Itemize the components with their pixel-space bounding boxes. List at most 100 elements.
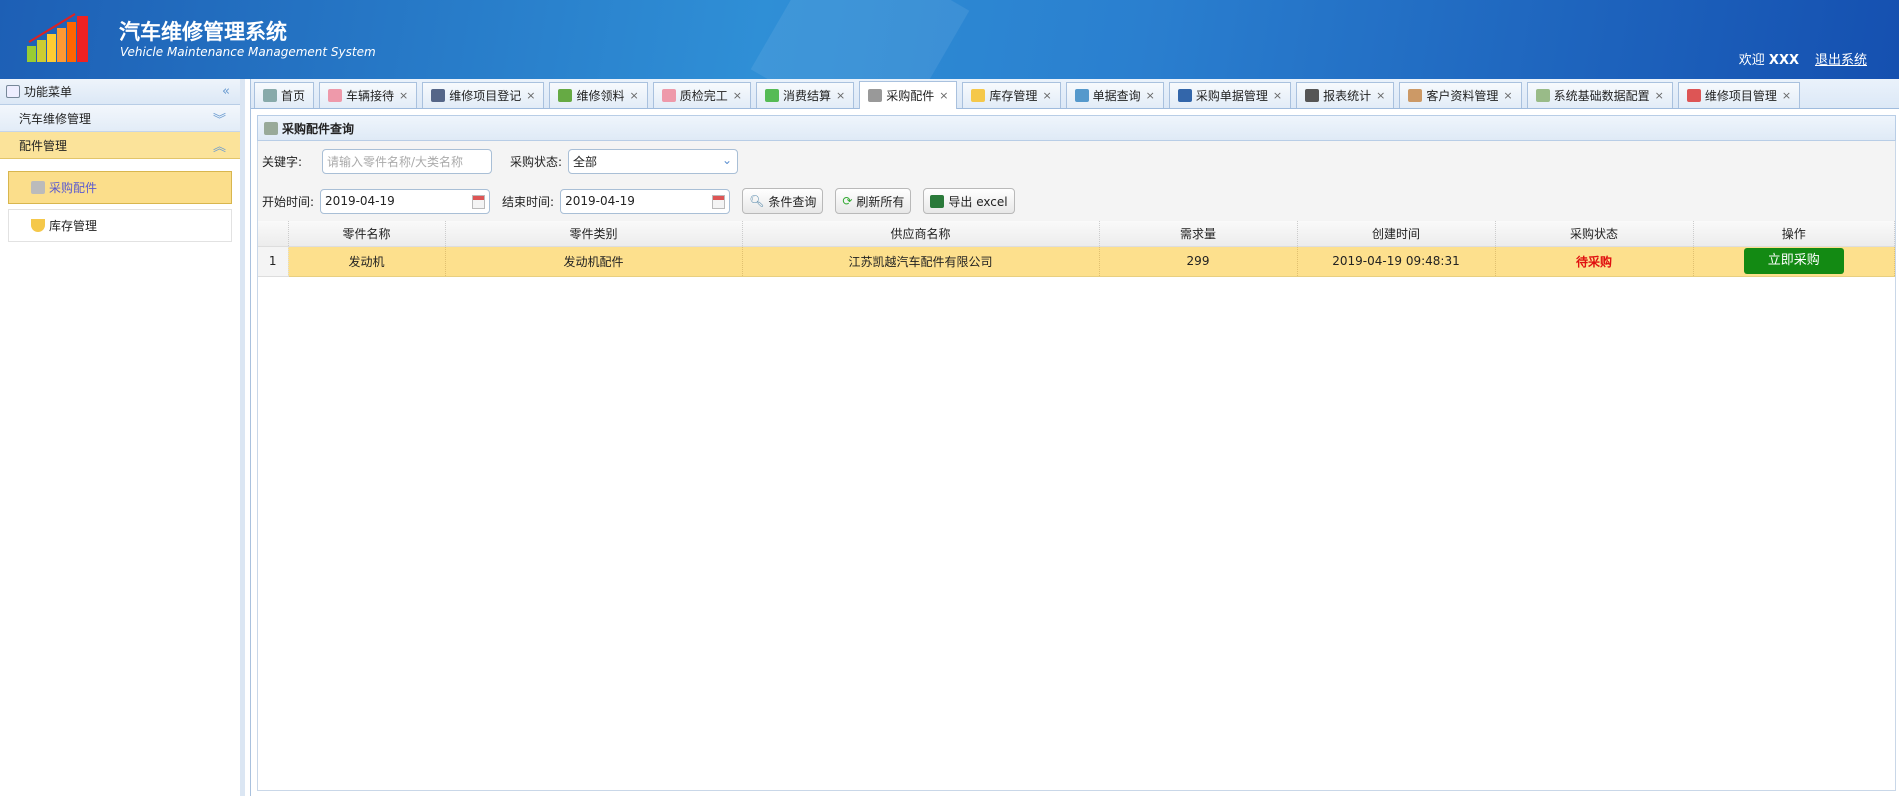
close-icon[interactable]: × [939, 89, 948, 102]
row-number: 1 [258, 246, 289, 277]
menu-icon [6, 85, 20, 98]
sidebar-item-inventory[interactable]: 库存管理 [8, 209, 232, 242]
close-icon[interactable]: × [733, 89, 742, 102]
app-header: 汽车维修管理系统 Vehicle Maintenance Management … [0, 0, 1899, 79]
tab-label: 质检完工 [679, 89, 728, 103]
money-icon [764, 89, 779, 102]
app-subtitle: Vehicle Maintenance Management System [120, 45, 376, 59]
close-icon[interactable]: × [1376, 89, 1385, 102]
keyword-label: 关键字: [262, 154, 303, 169]
close-icon[interactable]: × [630, 89, 639, 102]
logout-link[interactable]: 退出系统 [1815, 49, 1867, 68]
tab-bar: 首页 车辆接待 × 维修项目登记 × 维修领料 × 质检完工 × 消费结算 × 采购配件 × 库存管理 × 单… [251, 79, 1899, 109]
cell-supplier: 江苏凯越汽车配件有限公司 [742, 246, 1100, 277]
tab-1[interactable]: 车辆接待 × [319, 82, 418, 108]
calendar-icon[interactable] [472, 194, 486, 209]
col-part-name[interactable]: 零件名称 [288, 221, 446, 247]
cell-created: 2019-04-19 09:48:31 [1297, 246, 1496, 277]
tab-label: 报表统计 [1323, 89, 1372, 103]
tab-label: 系统基础数据配置 [1553, 89, 1650, 103]
tab-2[interactable]: 维修项目登记 × [422, 82, 545, 108]
close-icon[interactable]: × [1782, 89, 1791, 102]
shield-icon [31, 219, 45, 232]
status-select[interactable]: 全部 ⌄ [568, 148, 739, 174]
sidebar-item-purchase[interactable]: 采购配件 [8, 171, 232, 204]
tab-label: 单据查询 [1092, 89, 1141, 103]
start-date-input[interactable]: 2019-04-19 [320, 188, 491, 214]
search-button[interactable]: 🔍︎ 条件查询 [742, 188, 824, 214]
sidebar-header: 功能菜单 « [0, 79, 240, 105]
tab-0[interactable]: 首页 [254, 82, 315, 108]
tab-label: 维修领料 [576, 89, 625, 103]
col-quantity[interactable]: 需求量 [1099, 221, 1298, 247]
close-icon[interactable]: × [1042, 89, 1051, 102]
close-icon[interactable]: × [399, 89, 408, 102]
purchase-table: 零件名称 零件类别 供应商名称 需求量 创建时间 采购状态 操作 1 发动机 发… [258, 221, 1895, 277]
tab-8[interactable]: 单据查询 × [1065, 82, 1164, 108]
tab-13[interactable]: 维修项目管理 × [1677, 82, 1801, 108]
tab-6[interactable]: 采购配件 × [859, 81, 958, 109]
tab-label: 车辆接待 [346, 89, 395, 103]
start-label: 开始时间: [262, 194, 315, 209]
keyword-input[interactable]: 请输入零件名称/大类名称 [322, 148, 492, 174]
export-button[interactable]: 导出 excel [923, 188, 1015, 214]
close-icon[interactable]: × [836, 89, 845, 102]
app-title: 汽车维修管理系统 [119, 20, 287, 44]
col-supplier[interactable]: 供应商名称 [742, 221, 1100, 247]
status-label: 采购状态: [510, 154, 563, 169]
tab-9[interactable]: 采购单据管理 × [1168, 82, 1292, 108]
close-icon[interactable]: × [1273, 89, 1282, 102]
sidebar-group-repair[interactable]: 汽车维修管理 ︾ [0, 105, 240, 132]
tab-11[interactable]: 客户资料管理 × [1399, 82, 1522, 108]
tab-label: 消费结算 [782, 89, 831, 103]
col-action: 操作 [1693, 221, 1895, 247]
col-status[interactable]: 采购状态 [1495, 221, 1694, 247]
table-row[interactable]: 1 发动机 发动机配件 江苏凯越汽车配件有限公司 299 2019-04-19 … [258, 246, 1895, 277]
panel-title: 采购配件查询 [257, 115, 1896, 141]
tab-label: 库存管理 [989, 89, 1038, 103]
tab-label: 客户资料管理 [1426, 89, 1499, 103]
tab-12[interactable]: 系统基础数据配置 × [1526, 82, 1673, 108]
cell-part-name: 发动机 [288, 246, 446, 277]
tab-10[interactable]: 报表统计 × [1296, 82, 1395, 108]
username: XXX [1768, 53, 1799, 68]
welcome-text: 欢迎 XXX [1738, 53, 1799, 68]
col-created[interactable]: 创建时间 [1297, 221, 1496, 247]
filter-toolbar: 关键字: 请输入零件名称/大类名称 采购状态: 全部 ⌄ 开始时间: 2019-0… [258, 141, 1895, 221]
sigma-icon [1305, 89, 1320, 102]
download-icon [558, 89, 573, 102]
chevron-down-icon: ⌄ [721, 152, 733, 167]
close-icon[interactable]: × [1655, 89, 1664, 102]
car-icon [431, 89, 446, 102]
home-icon [263, 89, 277, 102]
close-icon[interactable]: × [1503, 89, 1512, 102]
collapse-icon[interactable]: « [222, 84, 230, 99]
tab-4[interactable]: 质检完工 × [652, 82, 751, 108]
tag-icon [1535, 89, 1550, 102]
calendar-icon[interactable] [712, 194, 726, 209]
shield-icon [971, 89, 986, 102]
tab-label: 维修项目登记 [449, 89, 522, 103]
tab-label: 采购单据管理 [1195, 89, 1268, 103]
cell-category: 发动机配件 [445, 246, 743, 277]
purchase-now-button[interactable]: 立即采购 [1743, 248, 1844, 274]
status-badge: 待采购 [1495, 246, 1694, 277]
close-icon[interactable]: × [526, 89, 535, 102]
tool-icon [1686, 89, 1701, 102]
tab-5[interactable]: 消费结算 × [755, 82, 855, 108]
excel-icon [930, 194, 945, 208]
chevron-up-icon: ︽ [212, 139, 226, 155]
col-part-category[interactable]: 零件类别 [445, 221, 743, 247]
search-icon [1074, 89, 1089, 102]
refresh-button[interactable]: ⟳ 刷新所有 [835, 188, 912, 214]
main-area: 首页 车辆接待 × 维修项目登记 × 维修领料 × 质检完工 × 消费结算 × 采购配件 × 库存管理 × 单… [250, 79, 1899, 796]
close-icon[interactable]: × [1146, 89, 1155, 102]
tab-7[interactable]: 库存管理 × [962, 82, 1061, 108]
tab-label: 维修项目管理 [1704, 89, 1777, 103]
cart-icon [31, 181, 45, 194]
sidebar-group-parts[interactable]: 配件管理 ︽ [0, 132, 240, 159]
end-date-input[interactable]: 2019-04-19 [560, 188, 731, 214]
edit-icon [328, 89, 343, 102]
cart-icon [868, 89, 883, 102]
tab-3[interactable]: 维修领料 × [549, 82, 648, 108]
